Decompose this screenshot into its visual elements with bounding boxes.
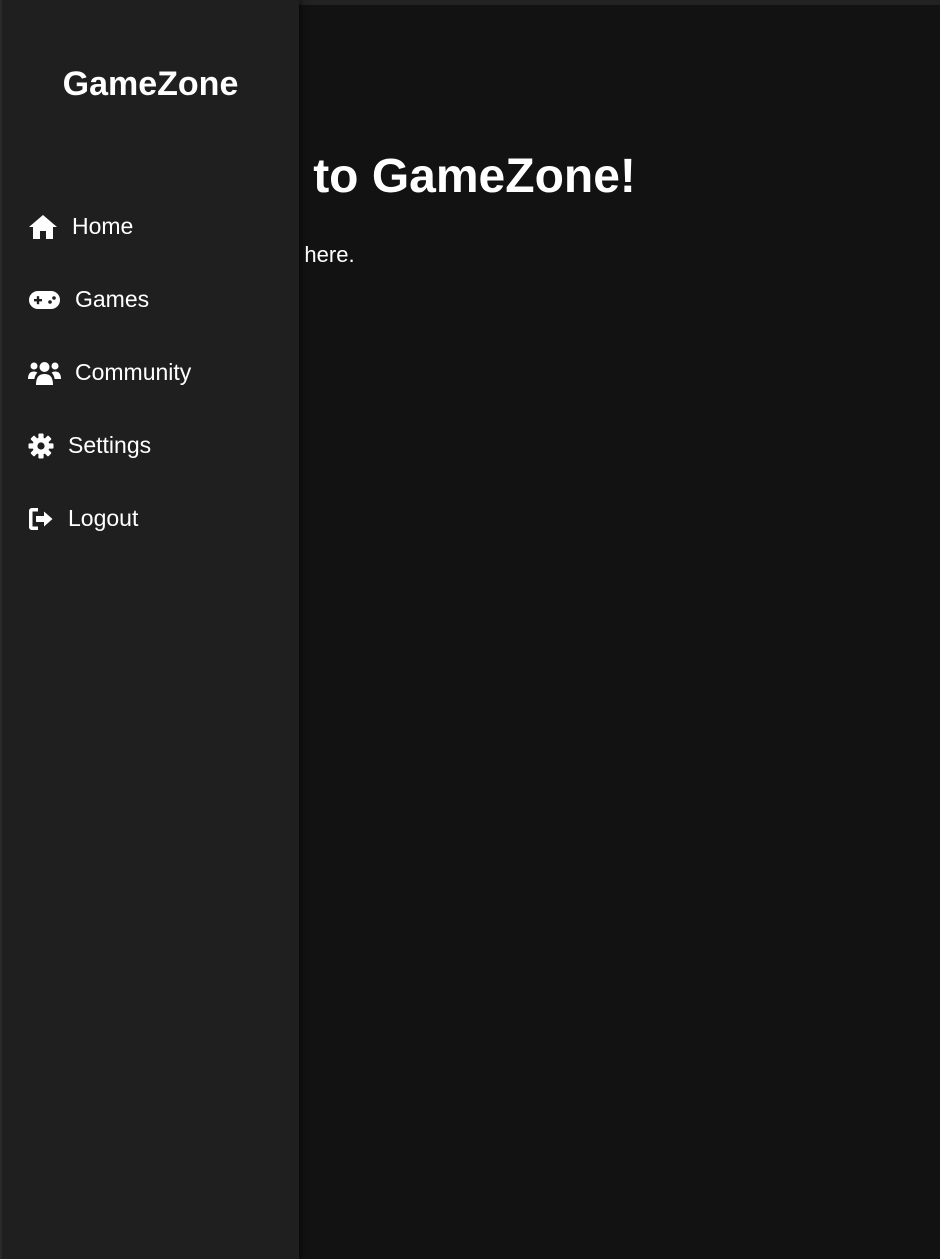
sidebar-item-home[interactable]: Home	[2, 190, 299, 263]
sidebar-item-settings[interactable]: Settings	[2, 409, 299, 482]
app-page: Welcome to GameZone! Your adventure star…	[0, 0, 940, 1259]
sidebar-nav: Home Games Community Settings Logout	[2, 190, 299, 555]
sign-out-icon	[28, 507, 54, 531]
brand-title: GameZone	[62, 65, 239, 103]
sidebar-item-label: Logout	[68, 505, 139, 531]
sidebar: GameZone Home Games Community Settings L…	[0, 0, 299, 1259]
users-icon	[28, 360, 61, 386]
sidebar-item-label: Settings	[68, 432, 152, 458]
sidebar-item-label: Community	[75, 359, 192, 385]
sidebar-item-games[interactable]: Games	[2, 263, 299, 336]
gear-icon	[28, 433, 54, 459]
gamepad-icon	[28, 289, 61, 311]
sidebar-item-label: Home	[72, 213, 134, 239]
sidebar-item-logout[interactable]: Logout	[2, 482, 299, 555]
sidebar-item-community[interactable]: Community	[2, 336, 299, 409]
sidebar-item-label: Games	[75, 286, 150, 312]
home-icon	[28, 214, 58, 240]
